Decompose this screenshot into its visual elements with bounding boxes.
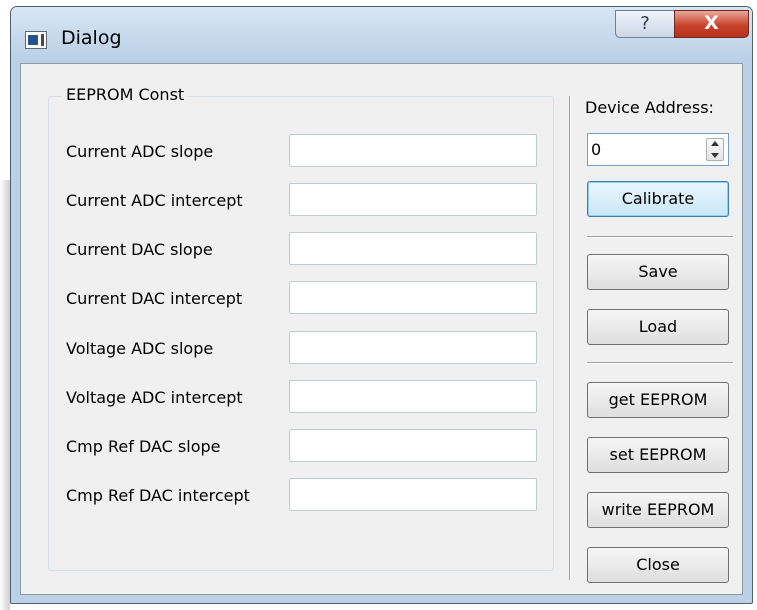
load-button[interactable]: Load [587,309,729,345]
dialog-client-area: EEPROM Const Current ADC slope Current A… [20,63,743,595]
current-adc-intercept-label: Current ADC intercept [66,191,243,210]
current-dac-intercept-input[interactable] [289,281,537,314]
current-dac-slope-input[interactable] [289,232,537,265]
app-window-icon [25,31,47,49]
cmp-ref-dac-intercept-label: Cmp Ref DAC intercept [66,486,250,505]
vertical-separator [569,96,571,580]
current-dac-slope-label: Current DAC slope [66,240,213,259]
voltage-adc-slope-input[interactable] [289,331,537,364]
get-eeprom-button[interactable]: get EEPROM [587,382,729,418]
spin-up-icon[interactable] [711,141,719,146]
horizontal-separator-2 [587,362,733,364]
current-adc-intercept-input[interactable] [289,183,537,216]
cmp-ref-dac-intercept-input[interactable] [289,478,537,511]
group-title: EEPROM Const [62,85,189,104]
voltage-adc-intercept-input[interactable] [289,380,537,413]
dialog-window: Dialog ? X EEPROM Const Current ADC slop… [10,6,753,604]
title-bar[interactable]: Dialog ? X [11,7,752,63]
close-button[interactable]: Close [587,547,729,583]
cmp-ref-dac-slope-label: Cmp Ref DAC slope [66,437,221,456]
calibrate-button[interactable]: Calibrate [587,181,729,217]
current-adc-slope-label: Current ADC slope [66,142,214,161]
device-address-value[interactable]: 0 [591,140,601,159]
help-button[interactable]: ? [615,10,675,38]
spin-arrows[interactable] [706,138,724,161]
spin-down-icon[interactable] [711,153,719,158]
horizontal-separator-1 [587,236,733,238]
background-shadow [0,180,10,610]
voltage-adc-slope-label: Voltage ADC slope [66,339,214,358]
write-eeprom-button[interactable]: write EEPROM [587,492,729,528]
current-dac-intercept-label: Current DAC intercept [66,289,243,308]
close-window-button[interactable]: X [674,10,749,38]
save-button[interactable]: Save [587,254,729,290]
window-title: Dialog [61,27,122,49]
current-adc-slope-input[interactable] [289,134,537,167]
voltage-adc-intercept-label: Voltage ADC intercept [66,388,243,407]
set-eeprom-button[interactable]: set EEPROM [587,437,729,473]
device-address-spinbox[interactable]: 0 [587,133,729,166]
device-address-label: Device Address: [585,98,714,117]
cmp-ref-dac-slope-input[interactable] [289,429,537,462]
